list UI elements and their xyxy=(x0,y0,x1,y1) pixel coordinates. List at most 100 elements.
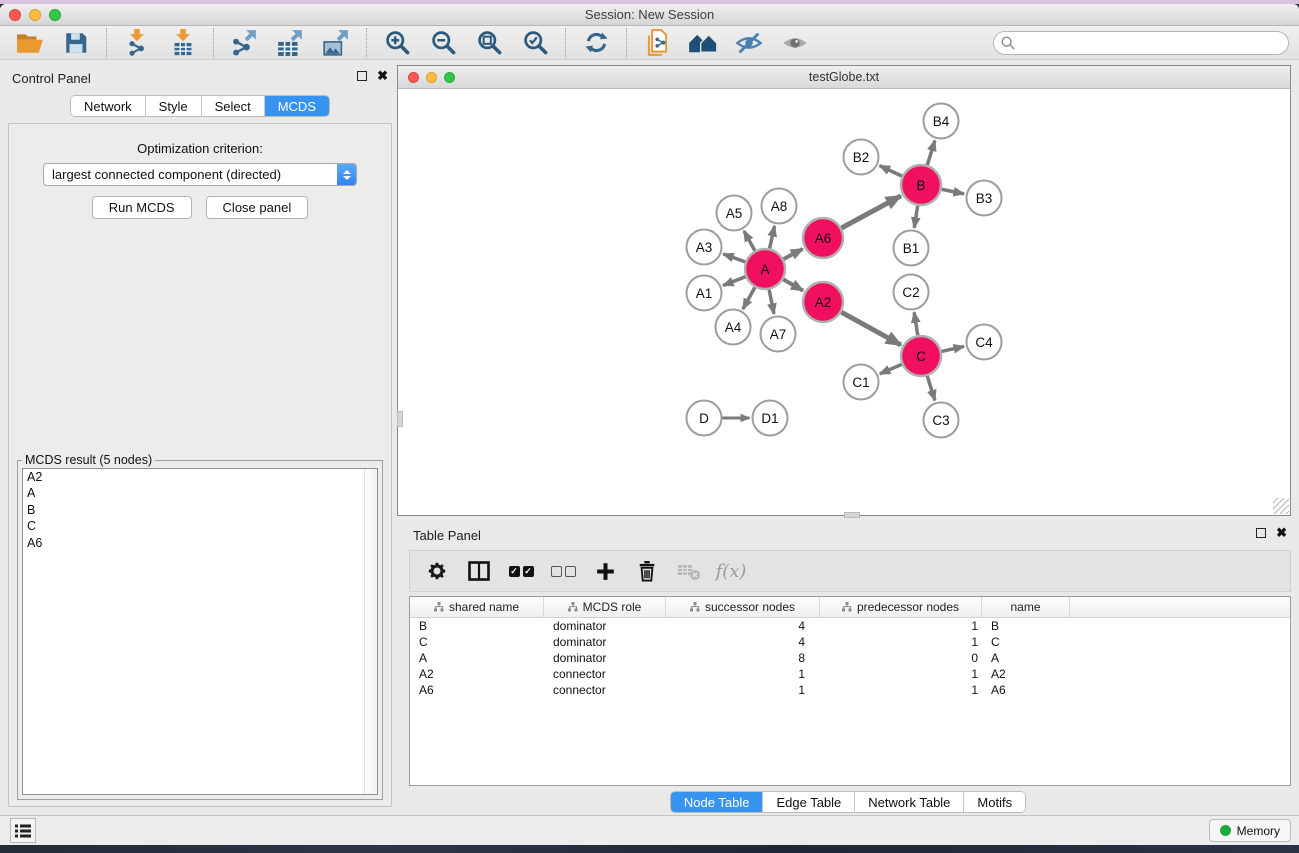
graph-edge-A-A4[interactable] xyxy=(743,287,755,309)
table-cell[interactable]: A6 xyxy=(982,682,1070,698)
settings-gear-button[interactable] xyxy=(424,556,450,586)
export-image-button[interactable] xyxy=(318,28,354,58)
tab-network-table[interactable]: Network Table xyxy=(855,792,964,812)
graph-node-A7[interactable]: A7 xyxy=(761,317,796,352)
refresh-view-button[interactable] xyxy=(578,28,614,58)
memory-button[interactable]: Memory xyxy=(1209,819,1291,842)
graph-edge-A-A5[interactable] xyxy=(744,231,755,251)
column-header-name[interactable]: name xyxy=(982,597,1070,617)
graph-edge-C-C4[interactable] xyxy=(941,346,963,351)
float-panel-button[interactable] xyxy=(357,71,367,81)
graph-node-C3[interactable]: C3 xyxy=(924,403,959,438)
table-row[interactable]: A6connector11A6 xyxy=(410,682,1290,698)
graph-node-C4[interactable]: C4 xyxy=(967,325,1002,360)
add-row-plus-button[interactable] xyxy=(592,556,618,586)
criterion-select[interactable]: largest connected component (directed) xyxy=(43,163,357,186)
graph-edge-A-A7[interactable] xyxy=(769,290,774,314)
open-session-button[interactable] xyxy=(12,28,48,58)
splitter-handle-bottom[interactable] xyxy=(844,512,860,518)
tab-mcds[interactable]: MCDS xyxy=(265,96,329,116)
table-cell[interactable]: 1 xyxy=(820,682,982,698)
graph-edge-A-A3[interactable] xyxy=(723,254,745,262)
graph-node-A3[interactable]: A3 xyxy=(687,230,722,265)
table-cell[interactable]: 1 xyxy=(666,682,820,698)
save-session-button[interactable] xyxy=(58,28,94,58)
tab-node-table[interactable]: Node Table xyxy=(671,792,764,812)
export-network-button[interactable] xyxy=(226,28,262,58)
graph-edge-B-B3[interactable] xyxy=(942,189,964,194)
close-panel-button[interactable]: ✖ xyxy=(377,71,388,81)
zoom-out-button[interactable] xyxy=(425,28,461,58)
mcds-result-item[interactable]: C xyxy=(23,518,377,534)
tab-motifs[interactable]: Motifs xyxy=(964,792,1025,812)
splitter-handle-left[interactable] xyxy=(397,411,403,427)
tab-network[interactable]: Network xyxy=(71,96,146,116)
table-cell[interactable]: A6 xyxy=(410,682,544,698)
graph-edge-A-A2[interactable] xyxy=(783,279,803,290)
scrollbar[interactable] xyxy=(364,469,377,794)
graph-node-A6[interactable]: A6 xyxy=(803,218,843,258)
graph-node-A8[interactable]: A8 xyxy=(762,189,797,224)
mcds-result-item[interactable]: A6 xyxy=(23,535,377,551)
home-view-button[interactable] xyxy=(685,28,721,58)
graph-node-A2[interactable]: A2 xyxy=(803,282,843,322)
mcds-result-item[interactable]: B xyxy=(23,502,377,518)
graph-edge-C-C3[interactable] xyxy=(927,376,935,400)
table-cell[interactable]: 4 xyxy=(666,618,820,634)
export-table-button[interactable] xyxy=(272,28,308,58)
deselect-all-button[interactable] xyxy=(550,556,576,586)
graph-edge-C-C1[interactable] xyxy=(880,364,902,373)
graph-edge-C-C2[interactable] xyxy=(914,312,918,335)
graph-node-C[interactable]: C xyxy=(901,336,941,376)
table-cell[interactable]: A2 xyxy=(410,666,544,682)
column-header-predecessor-nodes[interactable]: predecessor nodes xyxy=(820,597,982,617)
graph-node-D1[interactable]: D1 xyxy=(753,401,788,436)
table-row[interactable]: Adominator80A xyxy=(410,650,1290,666)
table-cell[interactable]: connector xyxy=(544,682,666,698)
run-mcds-button[interactable]: Run MCDS xyxy=(92,196,192,219)
table-cell[interactable]: A2 xyxy=(982,666,1070,682)
graph-edge-B-B4[interactable] xyxy=(927,141,935,165)
close-panel-button-mcds[interactable]: Close panel xyxy=(206,196,309,219)
table-cell[interactable]: C xyxy=(410,634,544,650)
hide-panels-eye-button[interactable] xyxy=(731,28,767,58)
tab-style[interactable]: Style xyxy=(146,96,202,116)
search-input[interactable] xyxy=(993,31,1289,55)
graph-node-B[interactable]: B xyxy=(901,165,941,205)
table-cell[interactable]: dominator xyxy=(544,634,666,650)
network-canvas[interactable]: B4B2BB3A8A5A6A3B1AA1C2A2A4A7C4CC1DD1C3 xyxy=(398,89,1290,515)
table-cell[interactable]: 1 xyxy=(820,618,982,634)
tab-select[interactable]: Select xyxy=(202,96,265,116)
graph-edge-A-A8[interactable] xyxy=(770,226,775,248)
graph-node-B1[interactable]: B1 xyxy=(894,231,929,266)
graph-edge-A-A1[interactable] xyxy=(723,277,745,286)
table-cell[interactable]: 1 xyxy=(820,666,982,682)
clone-session-button[interactable] xyxy=(639,28,675,58)
task-history-button[interactable] xyxy=(10,818,36,843)
zoom-fit-button[interactable] xyxy=(471,28,507,58)
table-cell[interactable]: C xyxy=(982,634,1070,650)
table-row[interactable]: Bdominator41B xyxy=(410,618,1290,634)
table-cell[interactable]: dominator xyxy=(544,650,666,666)
graph-edge-B-B1[interactable] xyxy=(914,206,917,228)
graph-edge-A6-B[interactable] xyxy=(841,196,900,228)
show-columns-button[interactable] xyxy=(466,556,492,586)
graph-node-C1[interactable]: C1 xyxy=(844,365,879,400)
graph-edge-A2-C[interactable] xyxy=(841,312,900,345)
float-table-panel-button[interactable] xyxy=(1256,528,1266,538)
table-row[interactable]: Cdominator41C xyxy=(410,634,1290,650)
table-cell[interactable]: B xyxy=(982,618,1070,634)
table-cell[interactable]: 0 xyxy=(820,650,982,666)
graph-node-C2[interactable]: C2 xyxy=(894,275,929,310)
graph-node-B2[interactable]: B2 xyxy=(844,140,879,175)
graph-node-A4[interactable]: A4 xyxy=(716,310,751,345)
table-row[interactable]: A2connector11A2 xyxy=(410,666,1290,682)
zoom-selected-button[interactable] xyxy=(517,28,553,58)
graph-node-D[interactable]: D xyxy=(687,401,722,436)
table-cell[interactable]: A xyxy=(410,650,544,666)
import-table-button[interactable] xyxy=(165,28,201,58)
graph-node-A1[interactable]: A1 xyxy=(687,276,722,311)
delete-row-trash-button[interactable] xyxy=(634,556,660,586)
tab-edge-table[interactable]: Edge Table xyxy=(763,792,855,812)
table-cell[interactable]: B xyxy=(410,618,544,634)
